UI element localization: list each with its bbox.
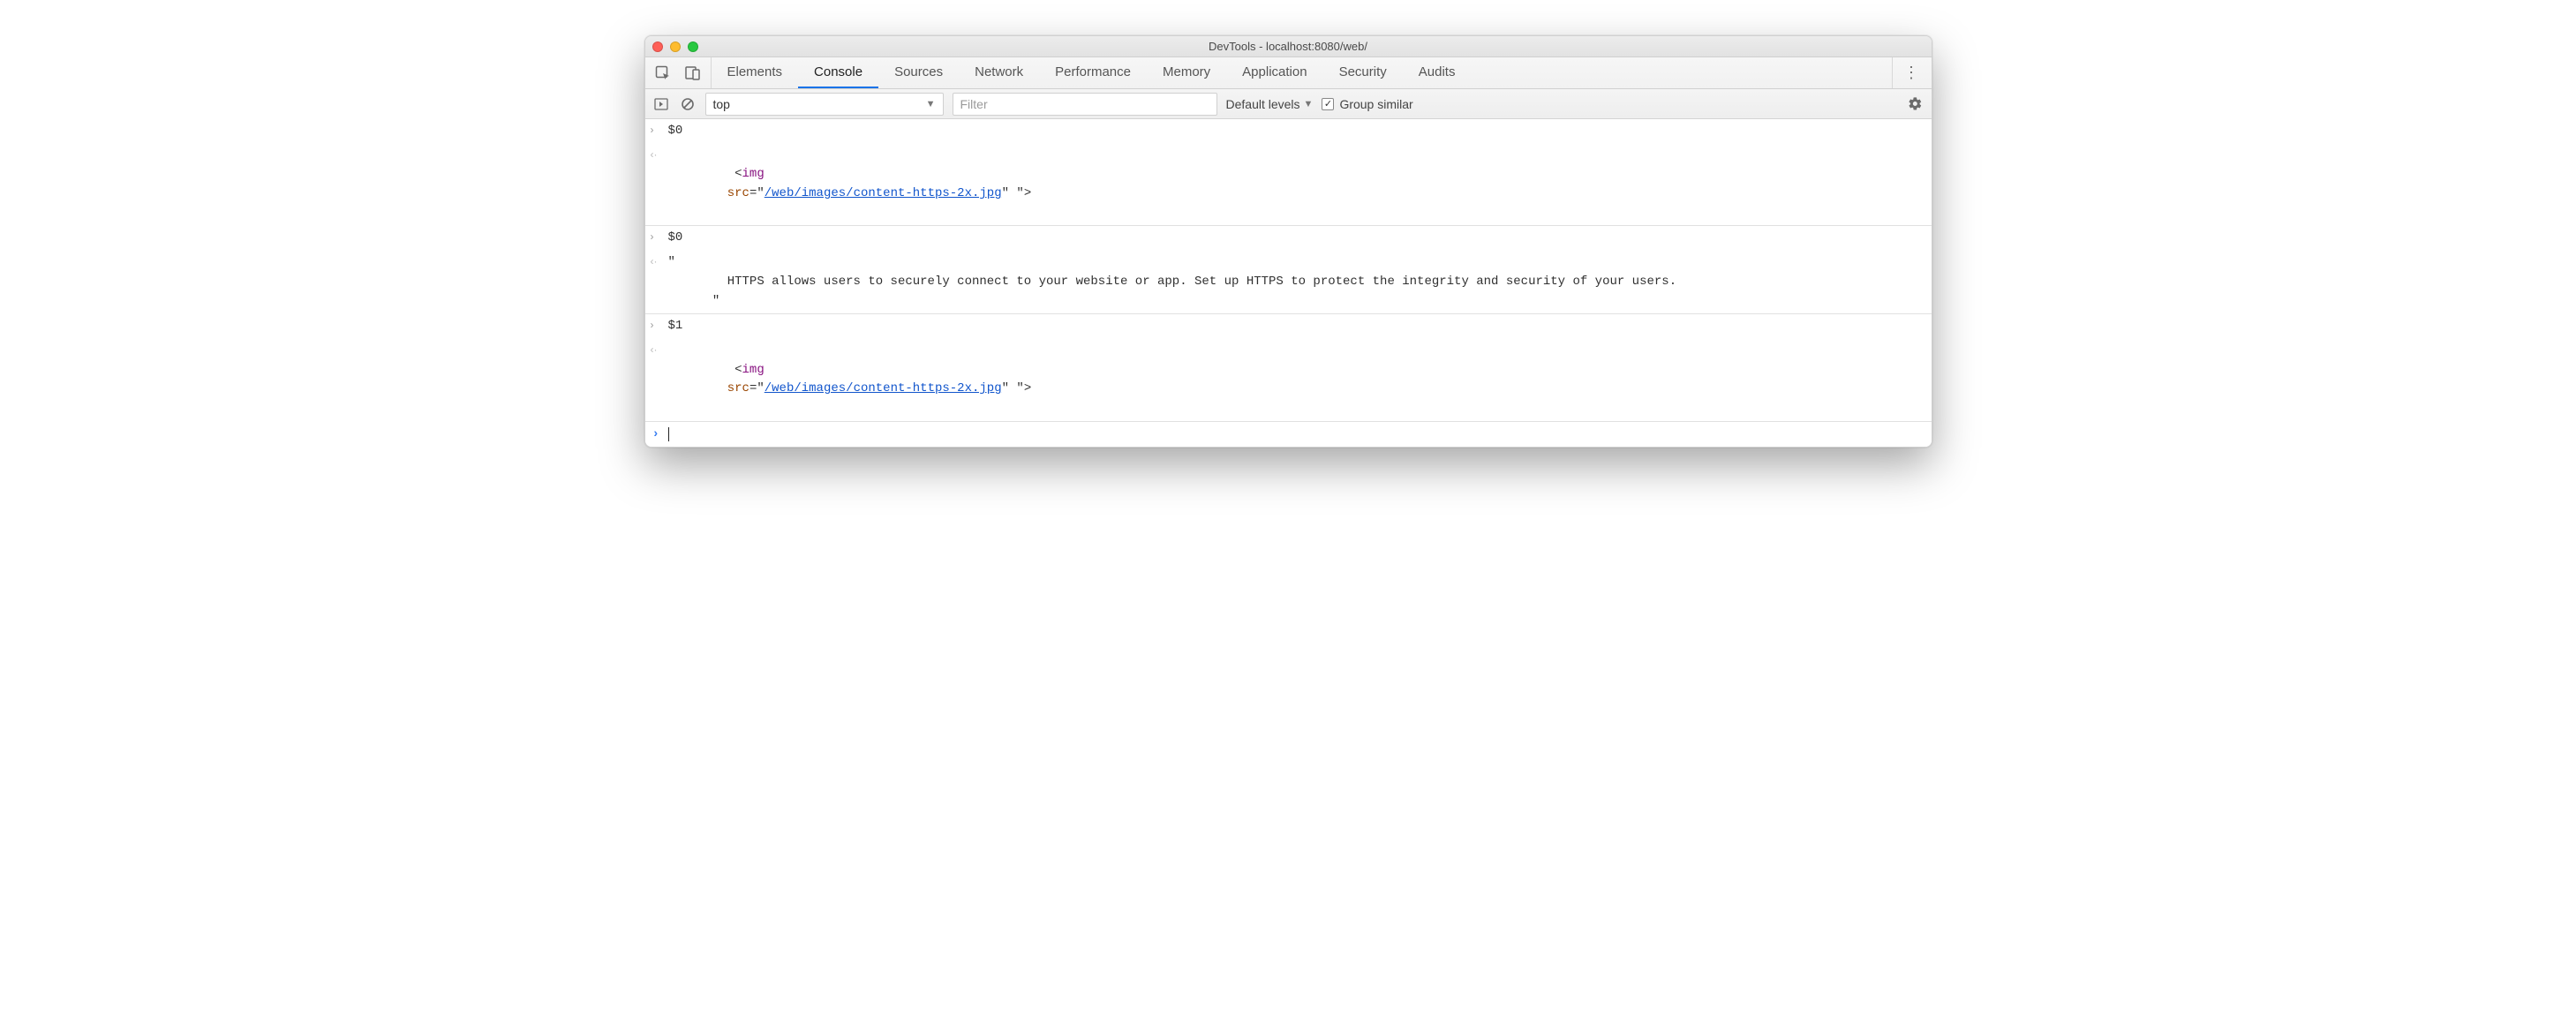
- device-toolbar-icon[interactable]: [684, 64, 702, 82]
- tab-label: Elements: [727, 64, 783, 79]
- tab-label: Security: [1339, 64, 1387, 79]
- panel-tabstrip: Elements Console Sources Network Perform…: [645, 57, 1932, 89]
- src-url-link[interactable]: /web/images/content-https-2x.jpg: [765, 381, 1002, 395]
- trailing: ": [1009, 381, 1024, 395]
- input-caret-icon: ›: [651, 122, 667, 136]
- tab-audits[interactable]: Audits: [1403, 57, 1472, 88]
- console-output-text: " HTTPS allows users to securely connect…: [667, 253, 1923, 311]
- close-window-button[interactable]: [652, 41, 663, 52]
- html-attr: src: [727, 381, 749, 395]
- console-output-html: <img src="/web/images/content-https-2x.j…: [667, 147, 1923, 223]
- levels-label: Default levels: [1226, 97, 1300, 111]
- log-levels-select[interactable]: Default levels ▼: [1226, 97, 1314, 111]
- inspect-element-icon[interactable]: [654, 64, 672, 82]
- group-similar-label: Group similar: [1339, 97, 1412, 111]
- window-title: DevTools - localhost:8080/web/: [645, 40, 1932, 53]
- clear-console-icon[interactable]: [679, 95, 697, 113]
- zoom-window-button[interactable]: [688, 41, 698, 52]
- checkbox-icon: ✓: [1322, 98, 1334, 110]
- execution-context-select[interactable]: top ▼: [705, 93, 944, 116]
- html-attr: src: [727, 186, 749, 200]
- html-tag: img: [742, 167, 765, 181]
- console-prompt[interactable]: ›: [645, 422, 1932, 447]
- tab-label: Sources: [894, 64, 943, 79]
- console-output: › $0 ‹· <img src="/web/images/content-ht…: [645, 119, 1932, 447]
- tab-label: Network: [975, 64, 1023, 79]
- console-settings-gear-icon[interactable]: [1907, 95, 1924, 113]
- console-output-row: ‹· <img src="/web/images/content-https-2…: [645, 339, 1932, 422]
- output-caret-icon: ‹·: [651, 147, 667, 161]
- console-output-html: <img src="/web/images/content-https-2x.j…: [667, 342, 1923, 418]
- console-output-row: ‹· " HTTPS allows users to securely conn…: [645, 251, 1932, 314]
- prompt-caret-icon: ›: [652, 427, 667, 441]
- console-input-text: $0: [667, 229, 1923, 248]
- console-output-row: ‹· <img src="/web/images/content-https-2…: [645, 144, 1932, 227]
- output-caret-icon: ‹·: [651, 253, 667, 267]
- tab-label: Performance: [1055, 64, 1131, 79]
- html-tag: img: [742, 363, 765, 377]
- window-controls: [652, 41, 698, 52]
- output-caret-icon: ‹·: [651, 342, 667, 356]
- context-value: top: [713, 97, 730, 111]
- console-input-text: $0: [667, 122, 1923, 141]
- console-input-row: › $0: [645, 226, 1932, 251]
- tab-sources[interactable]: Sources: [878, 57, 959, 88]
- tab-application[interactable]: Application: [1226, 57, 1322, 88]
- tab-label: Application: [1242, 64, 1307, 79]
- console-input-row: › $1: [645, 314, 1932, 339]
- minimize-window-button[interactable]: [670, 41, 681, 52]
- console-input-text: $1: [667, 317, 1923, 336]
- tab-performance[interactable]: Performance: [1039, 57, 1147, 88]
- console-input-row: › $0: [645, 119, 1932, 144]
- console-toolbar: top ▼ Default levels ▼ ✓ Group similar: [645, 89, 1932, 119]
- chevron-down-icon: ▼: [926, 99, 936, 109]
- input-caret-icon: ›: [651, 229, 667, 243]
- tabs-container: Elements Console Sources Network Perform…: [712, 57, 1892, 88]
- tab-label: Audits: [1419, 64, 1456, 79]
- tab-security[interactable]: Security: [1323, 57, 1403, 88]
- text-cursor: [668, 427, 669, 441]
- filter-input[interactable]: [953, 93, 1217, 116]
- devtools-window: DevTools - localhost:8080/web/ Elements …: [644, 35, 1932, 448]
- tab-memory[interactable]: Memory: [1147, 57, 1226, 88]
- tab-label: Memory: [1163, 64, 1210, 79]
- trailing: ": [1009, 186, 1024, 200]
- tab-console[interactable]: Console: [798, 57, 878, 88]
- chevron-down-icon: ▼: [1304, 99, 1314, 109]
- titlebar: DevTools - localhost:8080/web/: [645, 36, 1932, 57]
- src-url-link[interactable]: /web/images/content-https-2x.jpg: [765, 186, 1002, 200]
- tab-elements[interactable]: Elements: [712, 57, 799, 88]
- tab-label: Console: [814, 64, 862, 79]
- tab-network[interactable]: Network: [959, 57, 1039, 88]
- toggle-sidebar-icon[interactable]: [652, 95, 670, 113]
- group-similar-checkbox[interactable]: ✓ Group similar: [1322, 97, 1412, 111]
- input-caret-icon: ›: [651, 317, 667, 331]
- kebab-menu-icon[interactable]: ⋮: [1903, 64, 1921, 82]
